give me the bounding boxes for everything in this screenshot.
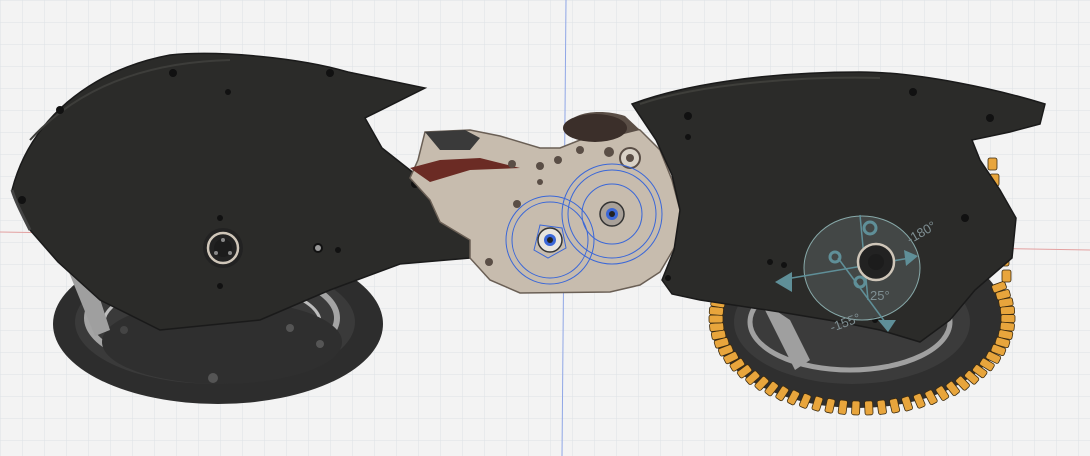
track-tread — [851, 400, 861, 416]
track-tread — [987, 157, 998, 171]
track-tread — [708, 314, 724, 324]
angle-label-small: 25° — [870, 288, 890, 303]
track-tread — [876, 399, 887, 415]
track-tread — [1001, 269, 1012, 283]
cad-canvas[interactable]: -180° -155° 25° — [0, 0, 1090, 456]
track-tread — [709, 322, 725, 332]
track-tread — [1000, 314, 1016, 324]
track-tread — [837, 399, 848, 415]
track-tread — [864, 400, 874, 416]
design-viewport[interactable]: -180° -155° 25° — [0, 0, 1090, 456]
track-tread — [999, 305, 1016, 316]
